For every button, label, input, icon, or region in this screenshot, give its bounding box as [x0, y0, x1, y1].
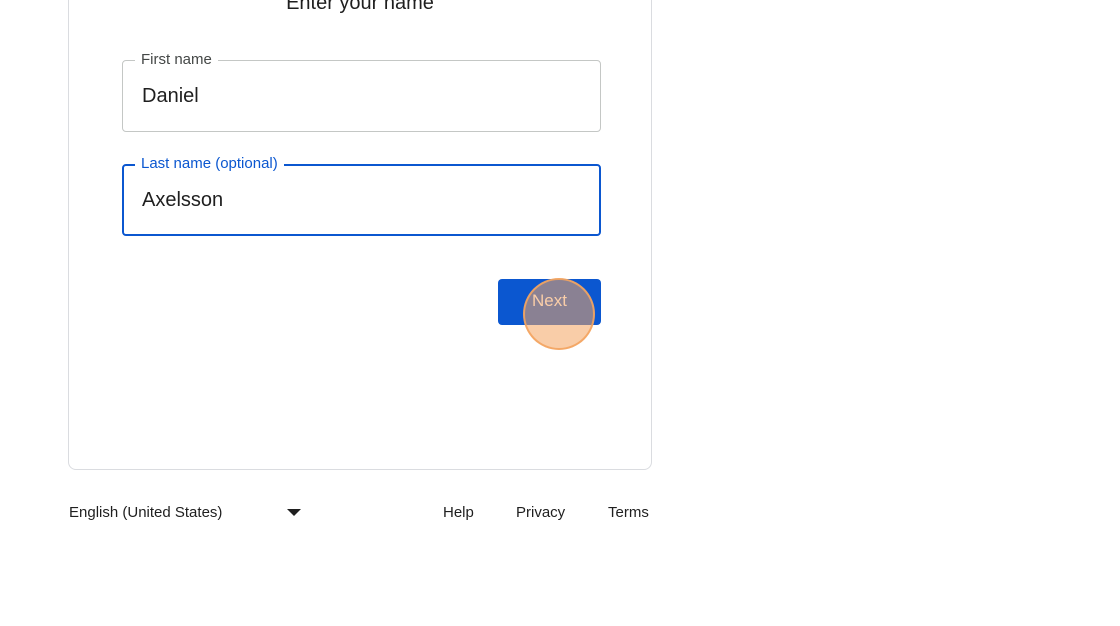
signup-page: Enter your name First name Last name (op… [0, 0, 1120, 626]
next-button[interactable]: Next [498, 279, 601, 325]
privacy-link[interactable]: Privacy [516, 500, 565, 526]
language-label: English (United States) [69, 504, 223, 521]
first-name-label: First name [135, 52, 218, 68]
next-button-label: Next [532, 291, 567, 310]
first-name-field[interactable]: First name [122, 52, 601, 132]
name-card: Enter your name First name Last name (op… [68, 0, 652, 470]
last-name-field[interactable]: Last name (optional) [122, 156, 601, 236]
last-name-input[interactable] [142, 185, 572, 215]
last-name-label: Last name (optional) [135, 156, 284, 172]
footer: English (United States) Help Privacy Ter… [69, 500, 653, 526]
chevron-down-icon [287, 509, 301, 516]
help-link[interactable]: Help [443, 500, 474, 526]
first-name-input[interactable] [142, 81, 572, 111]
page-title: Enter your name [286, 0, 434, 14]
terms-link[interactable]: Terms [608, 500, 649, 526]
language-select[interactable]: English (United States) [69, 500, 309, 526]
